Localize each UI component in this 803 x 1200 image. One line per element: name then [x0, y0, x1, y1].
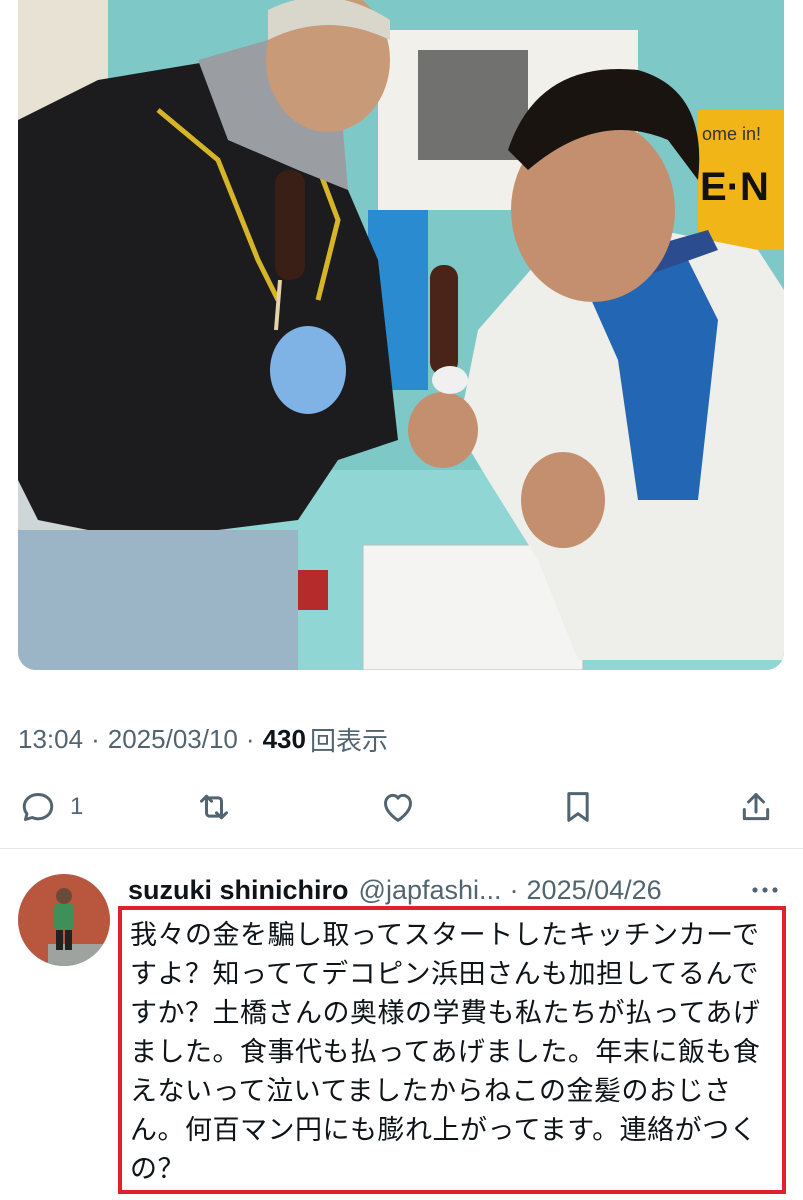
more-options-icon[interactable] [748, 878, 782, 902]
reply-separator: · [509, 874, 519, 905]
reply-date[interactable]: 2025/04/26 [527, 875, 662, 906]
avatar-image [18, 874, 110, 966]
tweet-time: 13:04 [18, 723, 84, 754]
bookmark-icon [567, 792, 589, 822]
tweet-meta: 13:04 · 2025/03/10 · 430 回表示 [18, 722, 388, 756]
meta-separator: · [245, 723, 255, 754]
reply-text: 我々の金を騙し取ってスタートしたキッチンカーですよ？知っててデコピン浜田さんも加… [118, 906, 786, 1194]
right-man-fist [521, 452, 605, 548]
reply-author-name[interactable]: suzuki shinichiro [128, 875, 349, 906]
tweet-photo[interactable]: ome in! E·N [18, 0, 784, 670]
section-divider [0, 848, 803, 849]
reply-icon [22, 793, 54, 821]
tweet-date: 2025/03/10 [107, 723, 238, 754]
reply-tweet[interactable]: suzuki shinichiro @japfashi... · 2025/04… [0, 850, 803, 1200]
photo-illustration: ome in! E·N [18, 0, 784, 670]
avatar[interactable] [18, 874, 110, 966]
reply-author-handle[interactable]: @japfashi... [359, 875, 502, 906]
retweet-button[interactable] [194, 786, 234, 828]
reply-header: suzuki shinichiro @japfashi... · 2025/04… [128, 870, 662, 910]
retweet-icon [200, 794, 228, 820]
reply-button[interactable]: 1 [18, 786, 83, 828]
truck-sign-text: E·N [700, 165, 769, 209]
tweet-action-bar: 1 [0, 778, 803, 836]
truck-sign-small: ome in! [702, 124, 761, 144]
left-man-glove [270, 326, 346, 414]
left-man-jeans [18, 530, 298, 670]
choco-banana-left [275, 170, 305, 280]
bookmark-button[interactable] [558, 786, 598, 828]
right-man-hand [408, 392, 478, 468]
share-icon [742, 793, 770, 821]
reply-count: 1 [70, 793, 84, 820]
choco-banana-right [430, 265, 458, 375]
like-button[interactable] [378, 786, 418, 828]
heart-icon [384, 793, 412, 822]
views-count: 430 [262, 723, 306, 754]
share-button[interactable] [736, 786, 776, 828]
views-label[interactable]: 回表示 [310, 721, 388, 758]
meta-separator: · [91, 723, 100, 754]
